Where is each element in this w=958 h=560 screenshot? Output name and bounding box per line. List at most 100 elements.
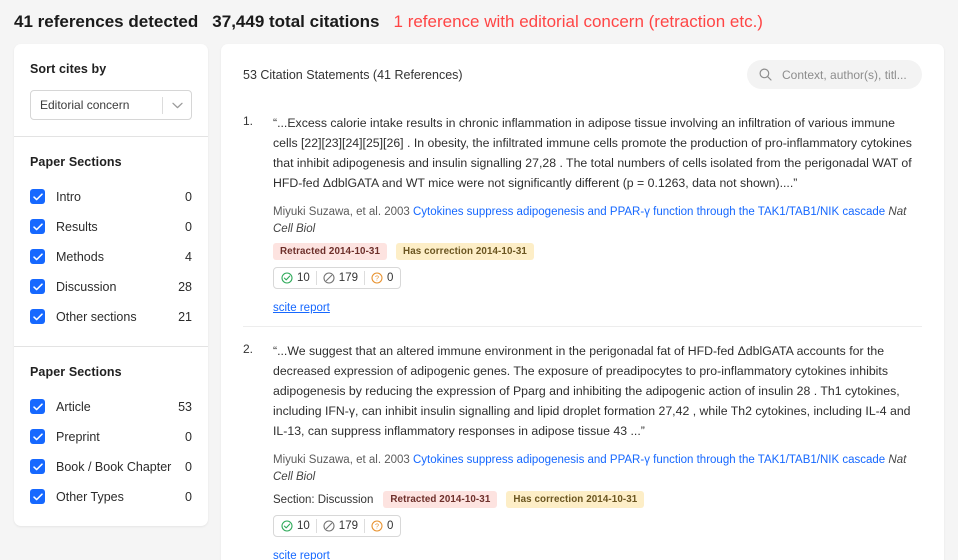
supporting-citations-stat: 10 <box>281 520 310 532</box>
contrasting-citations-stat: ? 0 <box>371 520 393 532</box>
checkbox-checked-icon[interactable] <box>30 309 45 324</box>
filter-count: 28 <box>178 279 192 294</box>
chevron-down-icon[interactable] <box>163 102 191 109</box>
filter-count: 0 <box>185 189 192 204</box>
source-authors: Miyuki Suzawa, et al. 2003 <box>273 206 410 218</box>
filter-label: Book / Book Chapter <box>56 459 172 474</box>
citation-content: “...We suggest that an altered immune en… <box>273 341 922 560</box>
paper-types-title: Paper Sections <box>30 365 122 379</box>
supporting-count: 10 <box>297 520 310 532</box>
sort-cites-by-label: Sort cites by <box>30 62 107 76</box>
filter-count: 53 <box>178 399 192 414</box>
checkbox-checked-icon[interactable] <box>30 279 45 294</box>
citations-panel: 53 Citation Statements (41 References) 1… <box>221 44 944 560</box>
mentioning-count: 179 <box>338 272 358 284</box>
paper-sections-list: Intro 0 Results 0 Methods 4 Discussion 2… <box>30 183 192 330</box>
citation-snippet: “...We suggest that an altered immune en… <box>273 344 911 438</box>
source-title-link[interactable]: Cytokines suppress adipogenesis and PPAR… <box>413 454 885 466</box>
search-input[interactable] <box>780 66 910 83</box>
sort-cites-select[interactable]: Editorial concern <box>30 90 192 120</box>
svg-text:?: ? <box>375 522 379 531</box>
citations-panel-header: 53 Citation Statements (41 References) <box>221 44 944 99</box>
filter-row-article[interactable]: Article 53 <box>30 393 192 420</box>
filter-count: 0 <box>185 459 192 474</box>
checkbox-checked-icon[interactable] <box>30 429 45 444</box>
filter-label: Methods <box>56 249 104 264</box>
filter-label: Other Types <box>56 489 124 504</box>
sort-block: Sort cites by Editorial concern <box>14 44 208 136</box>
citation-index: 2. <box>243 342 254 356</box>
filter-label: Discussion <box>56 279 117 294</box>
scite-report-row: scite report <box>273 298 922 316</box>
stat-divider <box>315 519 317 533</box>
summary-header: 41 references detected 37,449 total cita… <box>0 0 958 44</box>
filter-count: 0 <box>185 489 192 504</box>
filter-row-other-types[interactable]: Other Types 0 <box>30 483 192 510</box>
paper-types-block: Paper Sections Article 53 Preprint 0 Boo… <box>14 346 208 526</box>
citation-source-meta: Miyuki Suzawa, et al. 2003 Cytokines sup… <box>273 204 922 238</box>
citation-statements-title: 53 Citation Statements (41 References) <box>243 67 463 82</box>
citation-snippet: “...Excess calorie intake results in chr… <box>273 116 912 190</box>
contrasting-count: 0 <box>386 272 394 284</box>
citation-stats-box[interactable]: 10 179 ? 0 <box>273 515 402 537</box>
check-circle-icon <box>281 272 293 284</box>
source-authors: Miyuki Suzawa, et al. 2003 <box>273 454 410 466</box>
scite-report-link[interactable]: scite report <box>273 302 330 314</box>
filter-row-methods[interactable]: Methods 4 <box>30 243 192 270</box>
citation-badges: Retracted 2014-10-31 Has correction 2014… <box>273 243 922 260</box>
filter-label: Other sections <box>56 309 137 324</box>
sort-cites-selected-value: Editorial concern <box>40 98 130 112</box>
page-layout: Sort cites by Editorial concern Paper Se… <box>0 44 958 560</box>
svg-text:?: ? <box>375 274 379 283</box>
mentioning-count: 179 <box>338 520 358 532</box>
checkbox-checked-icon[interactable] <box>30 219 45 234</box>
filter-label: Results <box>56 219 98 234</box>
scite-report-row: scite report <box>273 546 922 560</box>
filter-row-other-sections[interactable]: Other sections 21 <box>30 303 192 330</box>
stat-divider <box>315 271 317 285</box>
citation-section-label: Section: Discussion <box>273 493 374 506</box>
check-circle-icon <box>281 520 293 532</box>
paper-types-list: Article 53 Preprint 0 Book / Book Chapte… <box>30 393 192 510</box>
filter-count: 4 <box>185 249 192 264</box>
total-citations-stat: 37,449 total citations <box>212 12 380 31</box>
slash-circle-icon <box>323 272 335 284</box>
citation-search-box[interactable] <box>747 60 922 89</box>
scite-report-link[interactable]: scite report <box>273 550 330 560</box>
references-detected-stat: 41 references detected <box>14 12 199 31</box>
checkbox-checked-icon[interactable] <box>30 399 45 414</box>
paper-sections-block: Paper Sections Intro 0 Results 0 Methods… <box>14 136 208 346</box>
mentioning-citations-stat: 179 <box>323 520 358 532</box>
supporting-citations-stat: 10 <box>281 272 310 284</box>
filter-count: 0 <box>185 219 192 234</box>
filter-count: 21 <box>178 309 192 324</box>
citation-badges: Section: Discussion Retracted 2014-10-31… <box>273 491 922 508</box>
status-badge-retracted: Retracted 2014-10-31 <box>273 243 388 260</box>
source-title-link[interactable]: Cytokines suppress adipogenesis and PPAR… <box>413 206 885 218</box>
search-icon <box>759 68 772 81</box>
filter-count: 0 <box>185 429 192 444</box>
slash-circle-icon <box>323 520 335 532</box>
citation-index: 1. <box>243 114 254 128</box>
filter-row-book-chapter[interactable]: Book / Book Chapter 0 <box>30 453 192 480</box>
checkbox-checked-icon[interactable] <box>30 459 45 474</box>
checkbox-checked-icon[interactable] <box>30 489 45 504</box>
editorial-concern-stat: 1 reference with editorial concern (retr… <box>393 12 763 31</box>
filter-row-discussion[interactable]: Discussion 28 <box>30 273 192 300</box>
checkbox-checked-icon[interactable] <box>30 189 45 204</box>
contrasting-count: 0 <box>386 520 394 532</box>
filter-row-intro[interactable]: Intro 0 <box>30 183 192 210</box>
filter-row-results[interactable]: Results 0 <box>30 213 192 240</box>
filter-label: Article <box>56 399 91 414</box>
supporting-count: 10 <box>297 272 310 284</box>
paper-sections-title: Paper Sections <box>30 155 122 169</box>
citation-stats-box[interactable]: 10 179 ? 0 <box>273 267 402 289</box>
filter-row-preprint[interactable]: Preprint 0 <box>30 423 192 450</box>
stat-divider <box>363 519 365 533</box>
checkbox-checked-icon[interactable] <box>30 249 45 264</box>
question-circle-icon: ? <box>371 272 383 284</box>
filter-label: Preprint <box>56 429 100 444</box>
citation-item: 2. “...We suggest that an altered immune… <box>243 326 922 560</box>
contrasting-citations-stat: ? 0 <box>371 272 393 284</box>
status-badge-correction: Has correction 2014-10-31 <box>396 243 534 260</box>
